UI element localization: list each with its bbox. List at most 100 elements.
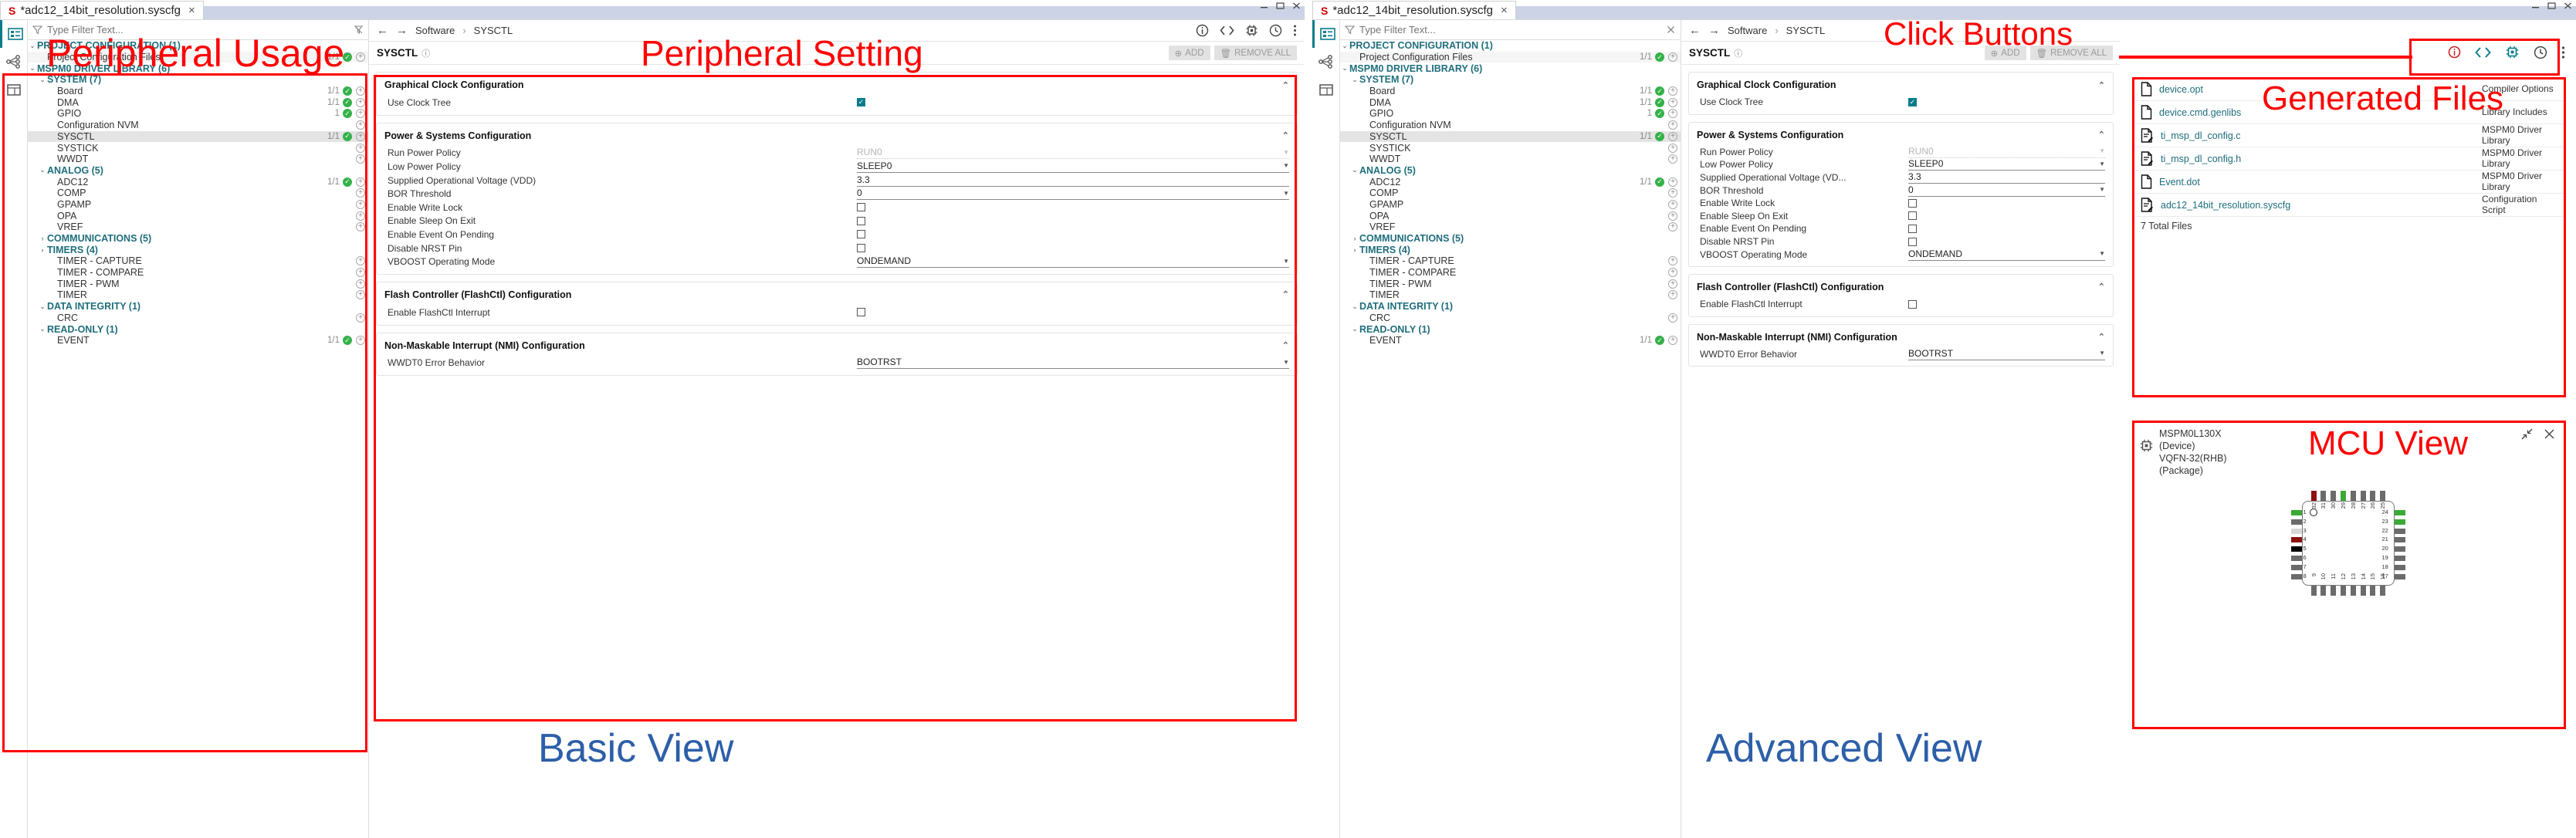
chevron-icon[interactable]: ⌄ — [1350, 166, 1359, 174]
add-instance-icon[interactable]: + — [1668, 86, 1677, 96]
tree-group[interactable]: ⌄ ANALOG (5) — [1340, 165, 1681, 177]
field-select[interactable]: 0 ▼ — [1908, 184, 2105, 197]
tree-item[interactable]: TIMER - PWM + — [1340, 278, 1681, 289]
add-instance-icon[interactable]: + — [1668, 211, 1677, 221]
breadcrumb-leaf[interactable]: SYSCTL — [1786, 25, 1826, 36]
tree-item[interactable]: VREF + — [1340, 221, 1681, 233]
add-instance-icon[interactable]: + — [356, 336, 365, 346]
add-instance-icon[interactable]: + — [1668, 313, 1677, 323]
tree-item[interactable]: TIMER - COMPARE + — [28, 267, 368, 279]
tree-item[interactable]: SYSTICK + — [28, 142, 368, 154]
add-instance-icon[interactable]: + — [356, 199, 365, 209]
chevron-down-icon[interactable]: ▼ — [2099, 147, 2105, 154]
tree-item[interactable]: SYSCTL 1/1 ✓ + — [1340, 130, 1681, 143]
add-instance-icon[interactable]: + — [1668, 177, 1677, 187]
tree-item[interactable]: TIMER + — [1340, 289, 1681, 301]
generated-file-row[interactable]: ti_msp_dl_config.c MSPM0 Driver Library — [2133, 124, 2564, 147]
chip-pin[interactable] — [2310, 491, 2317, 501]
chip-pin[interactable] — [2394, 564, 2405, 570]
close-icon[interactable]: × — [1501, 4, 1508, 17]
add-instance-icon[interactable]: + — [356, 268, 365, 278]
chevron-down-icon[interactable]: ▼ — [1283, 162, 1289, 169]
tree-group[interactable]: › COMMUNICATIONS (5) — [28, 233, 368, 245]
field-select[interactable]: SLEEP0 ▼ — [857, 161, 1289, 173]
chevron-icon[interactable]: ⌄ — [28, 42, 37, 50]
tree-item[interactable]: Board 1/1 ✓ + — [1340, 86, 1681, 97]
add-instance-icon[interactable]: + — [356, 52, 365, 63]
add-instance-icon[interactable]: + — [1668, 256, 1677, 266]
forward-icon[interactable]: → — [396, 24, 408, 37]
add-instance-icon[interactable]: + — [1668, 97, 1677, 107]
chevron-up-icon[interactable]: ⌃ — [1282, 80, 1289, 90]
chip-pin[interactable] — [2360, 491, 2366, 501]
chevron-down-icon[interactable]: ▼ — [1283, 258, 1289, 265]
back-icon[interactable]: ← — [377, 24, 388, 37]
add-instance-icon[interactable]: + — [1668, 143, 1677, 153]
chevron-down-icon[interactable]: ▼ — [1283, 149, 1289, 156]
section-header[interactable]: Graphical Clock Configuration ⌃ — [377, 73, 1297, 96]
chip-pin[interactable] — [2340, 586, 2346, 596]
field-checkbox[interactable] — [1908, 299, 1917, 309]
network-icon[interactable] — [1312, 48, 1340, 76]
field-select[interactable]: ONDEMAND ▼ — [857, 255, 1289, 269]
chip-pin[interactable] — [2290, 510, 2302, 515]
add-instance-icon[interactable]: + — [356, 97, 365, 107]
history-icon[interactable] — [2534, 46, 2547, 59]
add-instance-icon[interactable]: + — [356, 290, 365, 300]
generated-file-name[interactable]: Event.dot — [2159, 177, 2200, 188]
tree-item[interactable]: Board 1/1 ✓ + — [28, 86, 368, 97]
generated-file-row[interactable]: device.cmd.genlibs Library Includes — [2133, 101, 2564, 124]
field-select[interactable]: BOOTRST ▼ — [857, 356, 1289, 370]
chip-pin[interactable] — [2370, 586, 2376, 596]
chevron-up-icon[interactable]: ⌃ — [2098, 282, 2105, 292]
filter-input[interactable] — [47, 24, 349, 35]
field-checkbox[interactable] — [1908, 224, 1917, 233]
field-checkbox[interactable] — [857, 244, 865, 253]
generated-file-name[interactable]: adc12_14bit_resolution.syscfg — [2161, 200, 2290, 211]
generated-file-name[interactable]: ti_msp_dl_config.h — [2161, 154, 2241, 164]
generated-file-name[interactable]: ti_msp_dl_config.c — [2161, 130, 2241, 141]
chip-pin[interactable] — [2290, 528, 2302, 534]
section-header[interactable]: Flash Controller (FlashCtl) Configuratio… — [377, 282, 1297, 306]
section-header[interactable]: Non-Maskable Interrupt (NMI) Configurati… — [1689, 325, 2113, 348]
chip-pin[interactable] — [2394, 528, 2405, 534]
field-select[interactable]: 0 ▼ — [857, 188, 1289, 201]
chip-pin[interactable] — [2290, 556, 2302, 561]
add-instance-icon[interactable]: + — [356, 188, 365, 198]
chevron-icon[interactable]: › — [1350, 246, 1359, 254]
field-text-input[interactable]: 3.3 — [1908, 171, 2105, 184]
chip-pin[interactable] — [2340, 491, 2346, 501]
tree-item[interactable]: OPA + — [1340, 210, 1681, 221]
collapse-icon[interactable] — [2520, 427, 2534, 441]
chip-pin[interactable] — [2394, 519, 2405, 525]
chevron-icon[interactable]: ⌄ — [38, 302, 47, 311]
tree-item[interactable]: Configuration NVM + — [28, 120, 368, 131]
tree-group[interactable]: ⌄ ANALOG (5) — [28, 165, 368, 177]
forward-icon[interactable]: → — [1708, 24, 1720, 37]
close-window-icon[interactable] — [1291, 2, 1302, 10]
tree-item[interactable]: SYSCTL 1/1 ✓ + — [28, 130, 368, 143]
breadcrumb-leaf[interactable]: SYSCTL — [474, 25, 513, 36]
chip-pin[interactable] — [2320, 491, 2327, 501]
more-icon[interactable] — [2561, 46, 2565, 59]
tree-item[interactable]: Configuration NVM + — [1340, 120, 1681, 131]
chevron-icon[interactable]: ⌄ — [1340, 64, 1349, 73]
maximize-icon[interactable] — [1275, 2, 1285, 10]
chip-pin[interactable] — [2380, 491, 2386, 501]
chip-pin[interactable] — [2331, 586, 2337, 596]
chevron-icon[interactable]: › — [38, 235, 47, 242]
field-select[interactable]: ONDEMAND ▼ — [1908, 248, 2105, 261]
add-instance-icon[interactable]: + — [356, 313, 365, 323]
tree-item[interactable]: VREF + — [28, 221, 368, 233]
tree-item[interactable]: DMA 1/1 ✓ + — [1340, 96, 1681, 108]
chip-pin[interactable] — [2394, 537, 2405, 543]
chip-pin[interactable] — [2290, 564, 2302, 570]
chip-pin[interactable] — [2394, 573, 2405, 580]
field-checkbox[interactable] — [1908, 198, 1917, 208]
add-instance-icon[interactable]: + — [1668, 109, 1677, 119]
chevron-up-icon[interactable]: ⌃ — [2098, 80, 2105, 90]
close-icon[interactable] — [2543, 427, 2556, 441]
add-instance-icon[interactable]: + — [356, 211, 365, 221]
tree-group[interactable]: ⌄ READ-ONLY (1) — [28, 323, 368, 335]
clear-icon[interactable] — [354, 25, 364, 35]
